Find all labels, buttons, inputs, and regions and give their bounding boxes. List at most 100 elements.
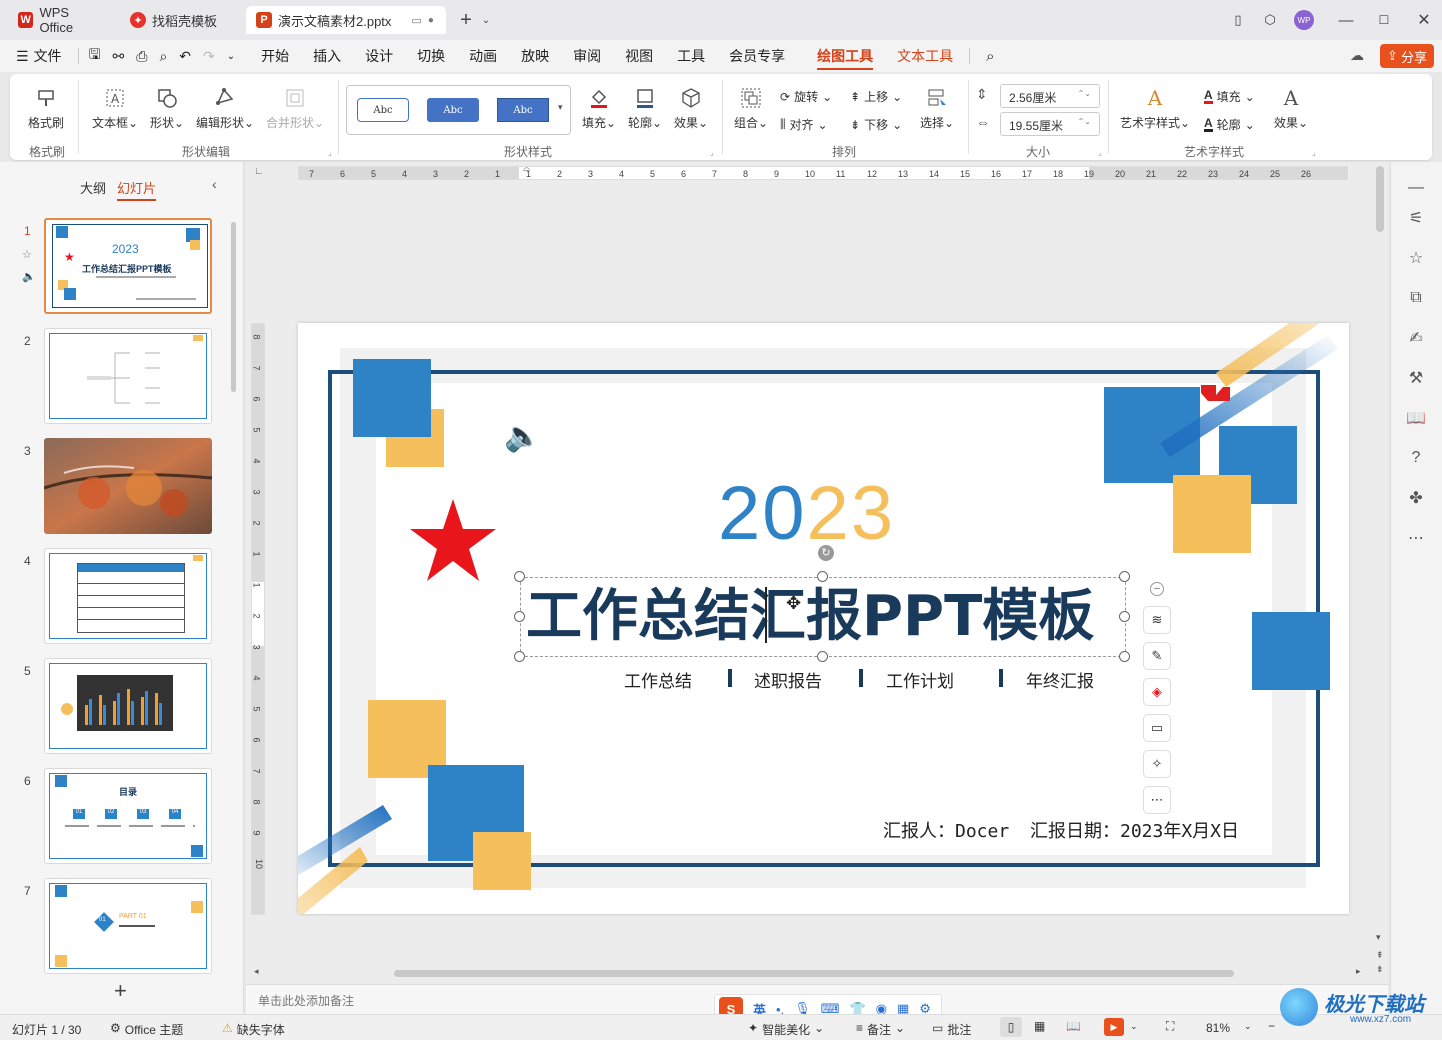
tab-stop-icon[interactable]: ∟ <box>254 166 264 177</box>
collapse-toolbar-icon[interactable]: – <box>1150 582 1164 596</box>
more-chevron-icon[interactable]: ⌄ <box>221 40 249 72</box>
menu-transition[interactable]: 切换 <box>405 40 457 72</box>
play-options-icon[interactable]: ⌄ <box>1130 1021 1138 1032</box>
more-icon[interactable]: ⋯ <box>1404 526 1428 550</box>
menu-text-tools[interactable]: 文本工具 <box>885 40 965 72</box>
text-effect-button[interactable]: A 效果⌄ <box>1274 86 1308 131</box>
book-icon[interactable]: 📖 <box>1404 406 1428 430</box>
link-icon[interactable]: ⚯ <box>107 40 131 72</box>
resize-handle[interactable] <box>817 651 828 662</box>
copy-icon[interactable]: ⧉ <box>1404 286 1428 310</box>
new-tab-icon[interactable]: + <box>456 9 476 31</box>
ai-edit-icon[interactable]: ✍ <box>1404 326 1428 350</box>
cube-icon[interactable]: ⬡ <box>1260 10 1280 30</box>
reading-view-icon[interactable]: 📖 <box>1066 1019 1081 1033</box>
horizontal-scrollbar[interactable] <box>394 970 1234 977</box>
format-painter-button[interactable]: 格式刷 <box>28 86 64 131</box>
page-up-icon[interactable]: ⇞ <box>1376 950 1384 961</box>
fill-button[interactable]: 填充⌄ <box>582 86 616 131</box>
stepper-icon[interactable]: ⌃⌄ <box>1078 117 1091 131</box>
textbox-button[interactable]: A 文本框⌄ <box>92 86 138 131</box>
zoom-out-icon[interactable]: − <box>1268 1019 1275 1033</box>
zoom-level[interactable]: 81% <box>1206 1021 1230 1035</box>
avatar[interactable]: WP <box>1294 10 1314 30</box>
scroll-right-icon[interactable]: ▸ <box>1356 966 1361 977</box>
slide-title[interactable]: 工作总结汇报PPT模板 <box>526 583 1126 651</box>
search-icon[interactable]: ⌕ <box>974 40 1006 72</box>
resize-handle[interactable] <box>817 571 828 582</box>
menu-review[interactable]: 审阅 <box>561 40 613 72</box>
cloud-icon[interactable]: ☁ <box>1350 47 1364 64</box>
resize-handle[interactable] <box>1119 651 1130 662</box>
close-icon[interactable]: ✕ <box>1414 10 1434 30</box>
menu-member[interactable]: 会员专享 <box>717 40 797 72</box>
tab-document[interactable]: P 演示文稿素材2.pptx ▭ ● <box>246 6 446 34</box>
tools-icon[interactable]: ⚒ <box>1404 366 1428 390</box>
scroll-down-icon[interactable]: ▾ <box>1376 932 1381 943</box>
resize-handle[interactable] <box>1119 571 1130 582</box>
menu-home[interactable]: 开始 <box>249 40 301 72</box>
sorter-view-icon[interactable]: ▦ <box>1034 1019 1045 1033</box>
tab-docer-templates[interactable]: ✦ 找稻壳模板 <box>120 6 240 34</box>
normal-view-icon[interactable]: ▯ <box>1000 1017 1022 1037</box>
undo-icon[interactable]: ↶ <box>173 40 197 72</box>
rotate-button[interactable]: ⟳ 旋转 ⌄ <box>780 88 832 105</box>
missing-font-button[interactable]: ⚠ 缺失字体 <box>222 1021 285 1038</box>
horizontal-ruler[interactable]: 7 6 5 4 3 2 1 1 2 3 4 5 6 7 8 9 10 11 12 13 14 15 16 17 18 19 20 21… <box>298 166 1348 180</box>
resize-handle[interactable] <box>514 611 525 622</box>
align-button[interactable]: ⫼ 对齐 ⌄ <box>780 116 828 133</box>
menu-view[interactable]: 视图 <box>613 40 665 72</box>
puzzle-icon[interactable]: ✤ <box>1404 486 1428 510</box>
stepper-icon[interactable]: ⌃⌄ <box>1078 89 1091 103</box>
star-outline-icon[interactable]: ☆ <box>1404 246 1428 270</box>
add-slide-icon[interactable]: + <box>114 978 127 1004</box>
redo-icon[interactable]: ↷ <box>197 40 221 72</box>
vertical-ruler[interactable]: 8 7 6 5 4 3 2 1 1 2 3 4 5 6 7 8 9 10 <box>251 323 265 915</box>
edit-shape-button[interactable]: 编辑形状⌄ <box>196 86 254 131</box>
slide-canvas[interactable]: 🔈 2023 ↻ 工作总结汇报PPT模板 ✥ 工作总结 述职报告 工作计划 年终… <box>298 323 1349 914</box>
slide-thumbnail-1[interactable]: ★ 2023 工作总结汇报PPT模板 <box>44 218 212 314</box>
panel-scrollbar[interactable] <box>231 222 236 392</box>
shape-button[interactable]: 形状⌄ <box>150 86 184 131</box>
style-sample-3[interactable]: Abc <box>497 98 549 122</box>
collapse-icon[interactable]: — <box>1404 176 1428 200</box>
monitor-icon[interactable]: ▭ <box>411 14 421 27</box>
tab-slides[interactable]: 幻灯片 <box>117 178 157 201</box>
scroll-left-icon[interactable]: ◂ <box>254 966 259 977</box>
layers-icon[interactable]: ≋ <box>1143 606 1171 634</box>
menu-insert[interactable]: 插入 <box>301 40 353 72</box>
text-outline-button[interactable]: A 轮廓 ⌄ <box>1204 116 1255 133</box>
vertical-scrollbar[interactable] <box>1376 166 1384 232</box>
pen-icon[interactable]: ✎ <box>1143 642 1171 670</box>
expand-icon[interactable]: ⌟ <box>1312 148 1316 157</box>
zoom-options-icon[interactable]: ⌄ <box>1244 1021 1252 1032</box>
tab-wps-office[interactable]: W WPS Office <box>8 5 114 35</box>
maximize-icon[interactable]: ☐ <box>1374 10 1394 30</box>
comments-button[interactable]: ▭ 批注 <box>932 1021 971 1038</box>
menu-animation[interactable]: 动画 <box>457 40 509 72</box>
slide-thumbnail-5[interactable] <box>44 658 212 754</box>
fill-bucket-icon[interactable]: ◈ <box>1143 678 1171 706</box>
speaker-icon[interactable]: 🔈 <box>504 419 541 454</box>
menu-slideshow[interactable]: 放映 <box>509 40 561 72</box>
save-icon[interactable]: 🖫 <box>83 40 107 72</box>
preview-icon[interactable]: ⌕ <box>153 40 173 72</box>
select-button[interactable]: 选择⌄ <box>920 86 954 131</box>
slide-thumbnail-3[interactable] <box>44 438 212 534</box>
slide-thumbnail-2[interactable] <box>44 328 212 424</box>
expand-icon[interactable]: ⌟ <box>328 148 332 157</box>
chevron-down-icon[interactable]: ⌄ <box>476 10 496 30</box>
style-sample-1[interactable]: Abc <box>357 98 409 122</box>
expand-icon[interactable]: ⌟ <box>1098 148 1102 157</box>
page-down-icon[interactable]: ⇟ <box>1376 964 1384 975</box>
outline-icon[interactable]: ▭ <box>1143 714 1171 742</box>
width-input[interactable]: 19.55厘米 ⌃⌄ <box>1000 112 1100 136</box>
menu-tools[interactable]: 工具 <box>665 40 717 72</box>
share-button[interactable]: ⇪ 分享 <box>1380 44 1434 68</box>
magic-icon[interactable]: ✧ <box>1143 750 1171 778</box>
slide-thumbnail-4[interactable] <box>44 548 212 644</box>
art-style-button[interactable]: A 艺术字样式⌄ <box>1120 86 1190 131</box>
unsaved-dot-icon[interactable]: ● <box>428 15 434 26</box>
expand-icon[interactable]: ⌟ <box>710 148 714 157</box>
help-icon[interactable]: ? <box>1404 446 1428 470</box>
